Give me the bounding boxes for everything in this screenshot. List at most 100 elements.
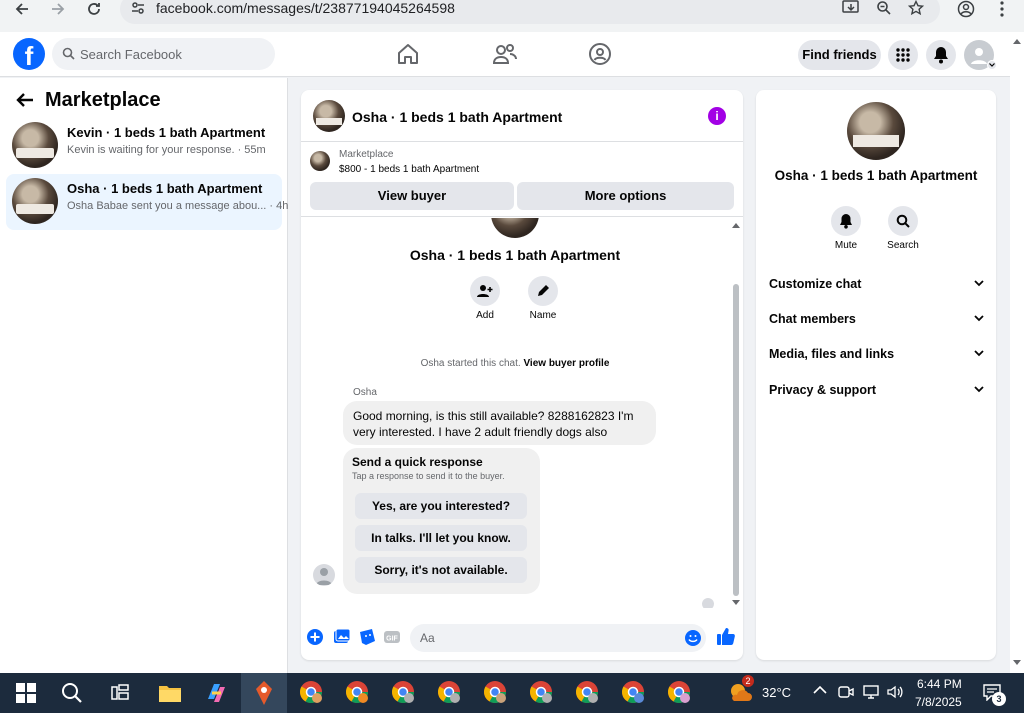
plus-circle-icon[interactable] (306, 628, 324, 646)
browser-menu-icon[interactable] (988, 0, 1016, 18)
message-bubble: Good morning, is this still available? 8… (343, 401, 656, 445)
photo-icon[interactable] (333, 628, 351, 646)
tray-chevron-up-icon[interactable] (813, 685, 829, 701)
mute-button[interactable]: Mute (821, 206, 871, 251)
windows-start-icon[interactable] (12, 679, 40, 707)
gif-icon[interactable]: GIF (383, 628, 401, 646)
scroll-up-icon[interactable] (1013, 38, 1021, 44)
conversation-name: Kevin · 1 beds 1 bath Apartment (67, 125, 266, 140)
facebook-logo[interactable]: f (13, 38, 45, 70)
notifications-bell-icon[interactable] (926, 40, 956, 70)
chevron-down-icon (974, 385, 984, 393)
edit-name-button[interactable]: Name (518, 276, 568, 321)
browser-toolbar: facebook.com/messages/t/2387719404526459… (0, 0, 1024, 32)
notification-center-icon[interactable]: 3 (982, 683, 1006, 706)
temperature-text: 32°C (762, 685, 792, 700)
address-bar[interactable]: facebook.com/messages/t/2387719404526459… (120, 0, 940, 24)
chat-title[interactable]: Osha · 1 beds 1 bath Apartment (352, 109, 562, 125)
quick-response-card: Send a quick response Tap a response to … (343, 448, 540, 594)
file-explorer-icon[interactable] (156, 679, 184, 707)
reload-icon[interactable] (80, 0, 108, 18)
install-app-icon[interactable] (842, 0, 860, 16)
search-label: Search (887, 240, 919, 251)
scroll-thumb[interactable] (733, 284, 739, 596)
view-buyer-profile-link[interactable]: View buyer profile (523, 358, 609, 369)
chrome-profile-icon[interactable] (436, 679, 464, 707)
search-icon (62, 47, 75, 60)
listing-price-title[interactable]: $800 - 1 beds 1 bath Apartment (339, 164, 479, 175)
back-arrow-icon[interactable] (16, 92, 34, 108)
add-person-icon (470, 276, 500, 306)
section-label: Customize chat (769, 277, 862, 291)
copilot-icon[interactable] (202, 679, 230, 707)
quick-response-option[interactable]: Yes, are you interested? (355, 493, 527, 519)
conversation-avatar (491, 218, 539, 238)
quick-response-option[interactable]: In talks. I'll let you know. (355, 525, 527, 551)
message-placeholder: Aa (420, 631, 435, 645)
clock-time[interactable]: 6:44 PM (917, 677, 962, 691)
home-icon[interactable] (396, 42, 422, 68)
scroll-down-icon[interactable] (732, 600, 740, 606)
message-composer: GIF Aa (301, 620, 743, 654)
message-input[interactable]: Aa (410, 624, 706, 652)
more-options-button[interactable]: More options (517, 182, 734, 210)
chevron-down-icon (974, 349, 984, 357)
customize-chat-section[interactable]: Customize chat (769, 277, 984, 291)
conversation-item-osha[interactable]: Osha · 1 beds 1 bath Apartment Osha Baba… (6, 174, 288, 230)
url-text: facebook.com/messages/t/2387719404526459… (156, 0, 455, 16)
scroll-up-icon[interactable] (732, 222, 740, 228)
clock-date[interactable]: 7/8/2025 (915, 695, 962, 709)
search-in-conversation-button[interactable]: Search (878, 206, 928, 251)
find-friends-button[interactable]: Find friends (798, 40, 881, 70)
bell-icon (831, 206, 861, 236)
search-facebook-input[interactable]: Search Facebook (52, 38, 275, 70)
media-files-links-section[interactable]: Media, files and links (769, 347, 984, 361)
quick-response-title: Send a quick response (352, 455, 483, 469)
network-icon[interactable] (862, 684, 880, 702)
scroll-down-icon[interactable] (1013, 660, 1021, 666)
pinned-app-icon[interactable] (250, 679, 278, 707)
emoji-icon[interactable] (684, 629, 702, 647)
quick-response-option[interactable]: Sorry, it's not available. (355, 557, 527, 583)
chrome-profile-icon[interactable] (344, 679, 372, 707)
profile-icon[interactable] (952, 0, 980, 18)
taskbar-search-icon[interactable] (58, 679, 86, 707)
forward-icon[interactable] (44, 0, 72, 18)
chrome-profile-icon[interactable] (482, 679, 510, 707)
chat-avatar[interactable] (313, 100, 345, 132)
view-buyer-button[interactable]: View buyer (310, 182, 514, 210)
chrome-profile-icon[interactable] (298, 679, 326, 707)
volume-icon[interactable] (886, 684, 904, 702)
add-label: Add (476, 310, 494, 321)
marketplace-listing-strip: Marketplace $800 - 1 beds 1 bath Apartme… (301, 143, 743, 217)
back-icon[interactable] (8, 0, 36, 18)
started-text: Osha started this chat. (420, 358, 521, 369)
privacy-support-section[interactable]: Privacy & support (769, 383, 984, 397)
chrome-profile-icon[interactable] (574, 679, 602, 707)
groups-icon[interactable] (588, 42, 614, 68)
zoom-icon[interactable] (876, 0, 892, 16)
sticker-icon[interactable] (358, 628, 376, 646)
chat-scrollbar[interactable] (732, 222, 740, 609)
quick-response-subtitle: Tap a response to send it to the buyer. (352, 471, 505, 481)
meet-now-icon[interactable] (838, 684, 854, 702)
bookmark-star-icon[interactable] (908, 0, 924, 16)
chrome-profile-icon[interactable] (390, 679, 418, 707)
page-scrollbar[interactable] (1010, 32, 1024, 673)
menu-grid-icon[interactable] (888, 40, 918, 70)
search-icon (888, 206, 918, 236)
chrome-profile-icon[interactable] (528, 679, 556, 707)
chrome-profile-icon[interactable] (666, 679, 694, 707)
conversation-item-kevin[interactable]: Kevin · 1 beds 1 bath Apartment Kevin is… (6, 118, 282, 174)
account-chevron-icon[interactable] (987, 60, 997, 70)
chrome-profile-icon[interactable] (620, 679, 648, 707)
site-info-icon[interactable] (130, 0, 146, 16)
info-icon[interactable]: i (708, 107, 726, 125)
thumbs-up-icon[interactable] (716, 626, 735, 645)
task-view-icon[interactable] (106, 679, 134, 707)
weather-icon[interactable]: 2 (728, 675, 756, 707)
add-people-button[interactable]: Add (460, 276, 510, 321)
chat-members-section[interactable]: Chat members (769, 312, 984, 326)
message-thread: Osha · 1 beds 1 bath Apartment Add Name … (301, 218, 743, 608)
friends-icon[interactable] (492, 42, 518, 68)
